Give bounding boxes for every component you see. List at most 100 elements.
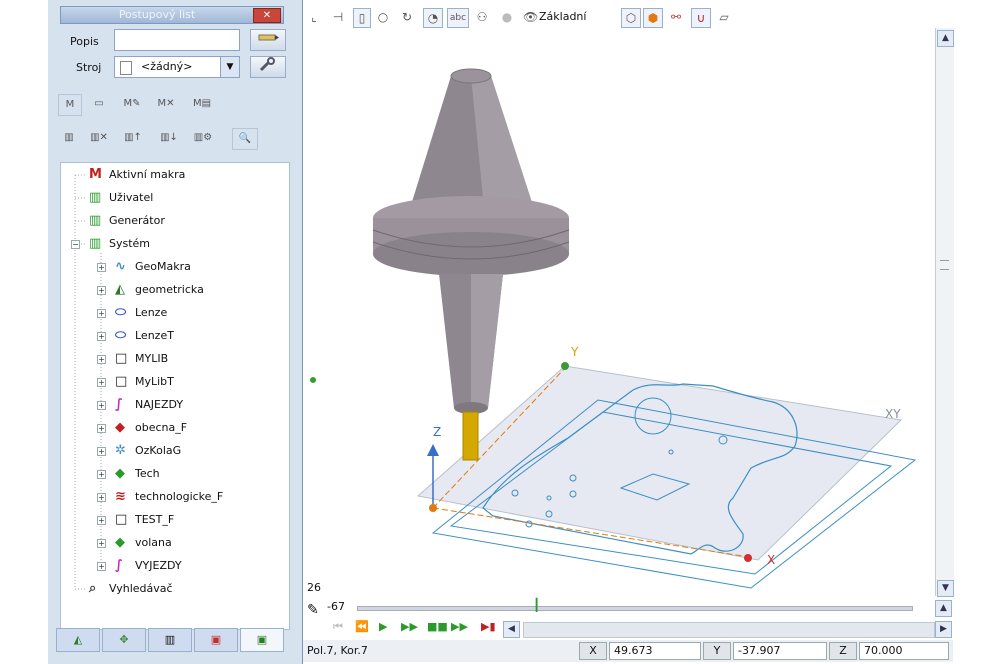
expand-icon[interactable]: +	[97, 355, 106, 364]
expand-icon[interactable]: +	[97, 309, 106, 318]
expand-icon[interactable]: +	[97, 562, 106, 571]
fast-forward-icon[interactable]: ▶▶	[451, 620, 468, 633]
right-up-arrow-icon[interactable]: ▲	[935, 600, 952, 617]
play-icon[interactable]: ▶	[379, 620, 387, 633]
tree-item[interactable]: − ▥ Systém	[61, 234, 287, 254]
box-view-icon[interactable]: ▯	[353, 8, 371, 28]
eye-icon[interactable]: 👁	[523, 8, 538, 26]
library-settings-button[interactable]: ▥⚙	[190, 128, 216, 148]
library-down-button[interactable]: ▥↓	[156, 128, 182, 148]
expand-icon[interactable]: +	[97, 263, 106, 272]
pin-icon[interactable]: ⊣	[331, 8, 345, 26]
tree-item[interactable]: + ≋ technologicke_F	[61, 487, 287, 507]
step-back-icon[interactable]: ⏪	[355, 620, 369, 633]
tree-item[interactable]: + ⬭ Lenze	[61, 303, 287, 323]
library-remove-button[interactable]: ▥✕	[86, 128, 112, 148]
x-point[interactable]	[744, 554, 752, 562]
tree-item[interactable]: ▥ Generátor	[61, 211, 287, 231]
tree-item[interactable]: + ◆ obecna_F	[61, 418, 287, 438]
tree-item[interactable]: M Aktivní makra	[61, 165, 287, 185]
first-frame-icon[interactable]: ⏮	[333, 620, 343, 634]
expand-icon[interactable]: +	[97, 401, 106, 410]
comment-icon[interactable]: ▱	[715, 8, 733, 26]
horizontal-scrollbar[interactable]	[523, 622, 935, 638]
cutting-tool[interactable]	[462, 411, 479, 461]
macro-properties-button[interactable]: M▤	[188, 94, 216, 114]
step-forward-icon[interactable]: ▶▶	[401, 620, 418, 633]
tab-compass[interactable]: ✥	[102, 628, 146, 652]
chevron-down-icon[interactable]: ▼	[220, 57, 239, 77]
tree-item[interactable]: + ◆ Tech	[61, 464, 287, 484]
tree-item[interactable]: + ∫ NAJEZDY	[61, 395, 287, 415]
y-point[interactable]	[561, 362, 569, 370]
stop-icon[interactable]: ■■	[427, 620, 448, 633]
connection-icon[interactable]: ⚯	[667, 8, 685, 26]
macro-delete-button[interactable]: M✕	[152, 94, 180, 114]
expand-icon[interactable]: +	[97, 378, 106, 387]
scroll-up-icon[interactable]: ▲	[937, 30, 954, 47]
stroj-select[interactable]: <žádný> ▼	[114, 56, 240, 78]
geometry-icon: ◭	[115, 282, 125, 297]
vertical-scrollbar[interactable]: ▲ ▼	[935, 28, 954, 597]
scroll-right-icon[interactable]: ▶	[935, 621, 952, 638]
expand-icon[interactable]: +	[97, 470, 106, 479]
tree-item[interactable]: ⌕ Vyhledávač	[61, 579, 287, 599]
work-plane[interactable]	[416, 365, 903, 561]
tab-geometry[interactable]: ◭	[56, 628, 100, 652]
3d-viewport[interactable]: Y Z X XY 26	[303, 28, 933, 596]
close-button[interactable]: ✕	[253, 8, 281, 23]
tree-item[interactable]: + ∫ VYJEZDY	[61, 556, 287, 576]
magnet-icon[interactable]: ∪	[691, 8, 711, 28]
view-mode-label[interactable]: Základní	[539, 8, 601, 26]
popis-input[interactable]	[114, 29, 240, 51]
expand-icon[interactable]: +	[97, 332, 106, 341]
edit-description-button[interactable]	[250, 29, 286, 51]
tab-program[interactable]: ▣	[194, 628, 238, 652]
marker-dot[interactable]	[310, 377, 316, 383]
macro-new-button[interactable]: M	[58, 94, 82, 116]
rotate-icon[interactable]: ↻	[399, 8, 415, 26]
tree-item[interactable]: + □ MyLibT	[61, 372, 287, 392]
pencil-icon[interactable]: ✎	[307, 602, 319, 618]
library-add-button[interactable]: ▥	[56, 128, 82, 148]
library-up-button[interactable]: ▥↑	[120, 128, 146, 148]
panel-titlebar[interactable]: Postupový list ✕	[60, 6, 284, 24]
scroll-thumb-grip[interactable]	[940, 260, 949, 270]
macro-edit-button[interactable]: M✎	[118, 94, 146, 114]
scroll-left-icon[interactable]: ◀	[503, 621, 520, 638]
machine-settings-button[interactable]	[250, 56, 286, 78]
collapse-icon[interactable]: −	[71, 240, 80, 249]
cube-icon[interactable]: ⬡	[621, 8, 641, 28]
search-view-icon[interactable]: ○	[375, 8, 391, 26]
axes-icon[interactable]: ⌞	[305, 8, 323, 26]
drop-icon[interactable]: ●	[499, 8, 515, 26]
tree-item[interactable]: + □ MYLIB	[61, 349, 287, 369]
tree-item[interactable]: ▥ Uživatel	[61, 188, 287, 208]
search-button[interactable]: 🔍	[232, 128, 258, 150]
tab-macros[interactable]: ▣	[240, 628, 284, 652]
macro-open-button[interactable]: ▭	[88, 94, 110, 114]
tree-item[interactable]: + ∿ GeoMakra	[61, 257, 287, 277]
expand-icon[interactable]: +	[97, 447, 106, 456]
tree-item[interactable]: + ◭ geometricka	[61, 280, 287, 300]
scroll-down-icon[interactable]: ▼	[937, 580, 954, 597]
tool-holder[interactable]	[372, 68, 570, 414]
expand-icon[interactable]: +	[97, 286, 106, 295]
toolpath-icon[interactable]: ◔	[423, 8, 443, 28]
expand-icon[interactable]: +	[97, 424, 106, 433]
tab-tools[interactable]: ▥	[148, 628, 192, 652]
origin-point[interactable]	[429, 504, 437, 512]
expand-icon[interactable]: +	[97, 539, 106, 548]
record-icon[interactable]: ▶▮	[481, 620, 496, 633]
slider-thumb[interactable]: ┃	[533, 598, 540, 612]
tree-item[interactable]: + □ TEST_F	[61, 510, 287, 530]
tree-item[interactable]: + ⬭ LenzeT	[61, 326, 287, 346]
machine-view-icon[interactable]: ⚇	[473, 8, 491, 26]
timeline-slider[interactable]	[357, 606, 913, 611]
shield-icon[interactable]: ⬢	[643, 8, 663, 28]
tree-item[interactable]: + ✲ OzKolaG	[61, 441, 287, 461]
expand-icon[interactable]: +	[97, 493, 106, 502]
text-label-icon[interactable]: abc	[447, 8, 469, 28]
expand-icon[interactable]: +	[97, 516, 106, 525]
tree-item[interactable]: + ◆ volana	[61, 533, 287, 553]
